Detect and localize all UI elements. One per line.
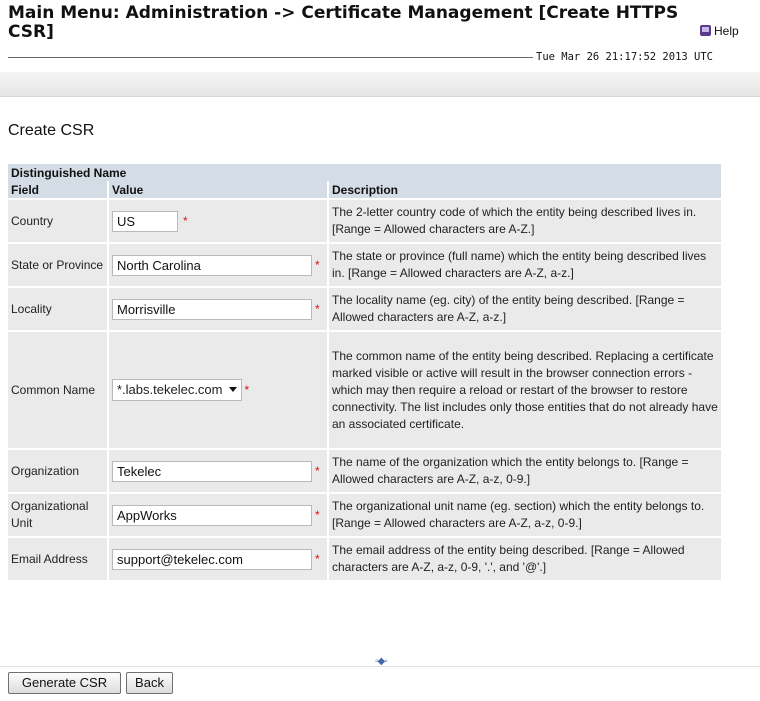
- required-marker: *: [315, 257, 320, 272]
- generate-csr-button[interactable]: Generate CSR: [8, 672, 121, 694]
- org-unit-input[interactable]: AppWorks: [112, 504, 312, 526]
- table-section-header-row: Distinguished Name: [8, 164, 724, 181]
- description-org-unit: The organizational unit name (eg. sectio…: [328, 492, 724, 537]
- required-marker: *: [315, 551, 320, 566]
- csr-table: Distinguished Name Field Value Descripti…: [8, 164, 724, 580]
- field-label-org-unit: Organizational Unit: [8, 492, 109, 537]
- locality-input[interactable]: Morrisville: [112, 298, 312, 320]
- section-heading: Create CSR: [8, 122, 95, 139]
- back-button[interactable]: Back: [126, 672, 173, 694]
- required-marker: *: [315, 507, 320, 522]
- table-row-common-name: Common Name *.labs.tekelec.com * The comm…: [8, 330, 724, 449]
- table-row-org-unit: Organizational Unit AppWorks * The organi…: [8, 492, 724, 537]
- common-name-select[interactable]: *.labs.tekelec.com: [112, 379, 242, 401]
- help-book-icon: [700, 25, 711, 36]
- column-header-field: Field: [8, 181, 109, 199]
- table-row-email: Email Address support@tekelec.com * The e…: [8, 536, 724, 580]
- value-cell-org-unit: AppWorks *: [108, 492, 329, 537]
- table-row-locality: Locality Morrisville * The locality name …: [8, 286, 724, 331]
- description-email: The email address of the entity being de…: [328, 536, 724, 580]
- email-input[interactable]: support@tekelec.com: [112, 548, 312, 570]
- required-marker: *: [183, 213, 188, 228]
- field-label-email: Email Address: [8, 536, 109, 580]
- common-name-selected: *.labs.tekelec.com: [117, 382, 223, 397]
- timestamp: Tue Mar 26 21:17:52 2013 UTC: [536, 51, 714, 63]
- page-header: Main Menu: Administration -> Certificate…: [0, 0, 760, 98]
- help-label: Help: [714, 24, 739, 38]
- description-organization: The name of the organization which the e…: [328, 448, 724, 493]
- field-label-country: Country: [8, 198, 109, 243]
- field-label-organization: Organization: [8, 448, 109, 493]
- page-title: Main Menu: Administration -> Certificate…: [8, 3, 679, 42]
- title-underline: [8, 57, 533, 58]
- value-cell-organization: Tekelec *: [108, 448, 329, 493]
- column-header-value: Value: [108, 181, 329, 199]
- required-marker: *: [315, 301, 320, 316]
- country-input[interactable]: US: [112, 210, 178, 232]
- table-row-organization: Organization Tekelec * The name of the or…: [8, 448, 724, 493]
- description-state: The state or province (full name) which …: [328, 242, 724, 287]
- value-cell-email: support@tekelec.com *: [108, 536, 329, 580]
- description-locality: The locality name (eg. city) of the enti…: [328, 286, 724, 331]
- table-row-state: State or Province North Carolina * The st…: [8, 242, 724, 287]
- field-label-common-name: Common Name: [8, 330, 109, 449]
- table-row-country: Country US * The 2-letter country code of…: [8, 198, 724, 243]
- state-input[interactable]: North Carolina: [112, 254, 312, 276]
- value-cell-country: US *: [108, 198, 329, 243]
- organization-input[interactable]: Tekelec: [112, 460, 312, 482]
- value-cell-locality: Morrisville *: [108, 286, 329, 331]
- description-common-name: The common name of the entity being desc…: [328, 330, 724, 449]
- field-label-state: State or Province: [8, 242, 109, 287]
- column-header-description: Description: [328, 181, 724, 199]
- value-cell-common-name: *.labs.tekelec.com *: [108, 330, 329, 449]
- chevron-down-icon: [228, 387, 237, 392]
- description-country: The 2-letter country code of which the e…: [328, 198, 724, 243]
- value-cell-state: North Carolina *: [108, 242, 329, 287]
- required-marker: *: [315, 463, 320, 478]
- required-marker: *: [244, 382, 250, 397]
- field-label-locality: Locality: [8, 286, 109, 331]
- toolbar-bar: [0, 72, 760, 97]
- table-column-header-row: Field Value Description: [8, 181, 724, 199]
- table-section-title: Distinguished Name: [8, 164, 724, 181]
- help-link[interactable]: Help: [700, 24, 739, 38]
